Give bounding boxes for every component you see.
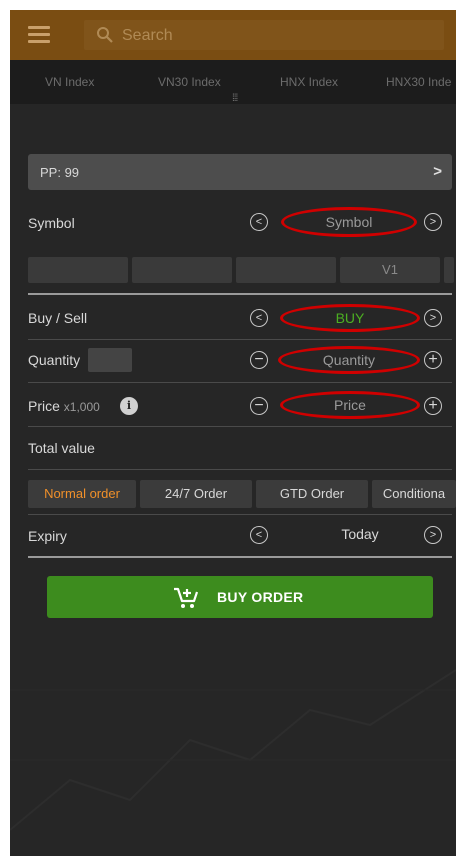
price-minus-button[interactable]: − [250, 397, 268, 415]
symbol-cell [236, 257, 336, 283]
row-divider [28, 426, 452, 427]
tab-hnx-index[interactable]: HNX Index [280, 75, 338, 89]
buy-order-label: BUY ORDER [217, 589, 304, 605]
price-field[interactable]: Price [280, 391, 420, 419]
expiry-value[interactable]: Today [300, 526, 420, 542]
section-divider [28, 556, 452, 558]
tab-hnx30-index[interactable]: HNX30 Inde [386, 75, 451, 89]
buy-order-button[interactable]: BUY ORDER [47, 576, 433, 618]
tab-normal-order[interactable]: Normal order [28, 480, 136, 508]
symbol-cell [132, 257, 232, 283]
drag-handle-icon[interactable]: ⁞⁞⁞ [232, 94, 238, 104]
search-box[interactable] [84, 20, 444, 50]
quantity-plus-button[interactable]: + [424, 351, 442, 369]
row-divider [28, 514, 452, 515]
symbol-prev-button[interactable]: < [250, 213, 268, 231]
symbol-cell [444, 257, 454, 283]
side-prev-button[interactable]: < [250, 309, 268, 327]
menu-icon[interactable] [28, 26, 50, 44]
tab-24-7-order[interactable]: 24/7 Order [140, 480, 252, 508]
price-label: Price [28, 398, 60, 414]
top-header [10, 10, 456, 60]
side-field[interactable]: BUY [280, 304, 420, 332]
total-value-label: Total value [28, 440, 95, 456]
symbol-label: Symbol [28, 215, 75, 231]
buy-sell-label: Buy / Sell [28, 310, 88, 326]
search-icon [97, 27, 113, 43]
expiry-next-button[interactable]: > [424, 526, 442, 544]
expiry-label: Expiry [28, 528, 67, 544]
order-type-tabs: Normal order 24/7 Order GTD Order Condit… [28, 480, 456, 508]
symbol-cell: V1 [340, 257, 440, 283]
expiry-prev-button[interactable]: < [250, 526, 268, 544]
symbol-next-button[interactable]: > [424, 213, 442, 231]
section-divider [28, 293, 452, 295]
tab-vn-index[interactable]: VN Index [45, 75, 94, 89]
app-screen: VN Index VN30 Index HNX Index HNX30 Inde… [10, 10, 456, 856]
row-divider [28, 339, 452, 340]
side-next-button[interactable]: > [424, 309, 442, 327]
search-input[interactable] [120, 24, 424, 48]
info-icon[interactable]: i [120, 397, 138, 415]
row-divider [28, 382, 452, 383]
symbol-quote-cells: V1 [28, 257, 456, 283]
cart-add-icon [174, 587, 199, 608]
price-unit: x1,000 [63, 400, 100, 414]
background-chart-pattern [10, 669, 456, 831]
quantity-label: Quantity [28, 352, 81, 368]
symbol-field[interactable]: Symbol [281, 207, 417, 237]
tab-gtd-order[interactable]: GTD Order [256, 480, 368, 508]
symbol-cell [28, 257, 128, 283]
row-divider [28, 469, 452, 470]
quantity-field[interactable]: Quantity [278, 346, 420, 374]
quantity-minus-button[interactable]: − [250, 351, 268, 369]
price-label-group: Price x1,000 [28, 398, 100, 414]
tab-vn30-index[interactable]: VN30 Index [158, 75, 221, 89]
quantity-input[interactable] [88, 348, 132, 372]
purchasing-power-bar[interactable]: PP: 99 > [28, 154, 452, 190]
chevron-right-icon: > [433, 163, 442, 180]
purchasing-power-label: PP: 99 [40, 165, 80, 180]
price-plus-button[interactable]: + [424, 397, 442, 415]
tab-conditional-order[interactable]: Conditiona [372, 480, 456, 508]
